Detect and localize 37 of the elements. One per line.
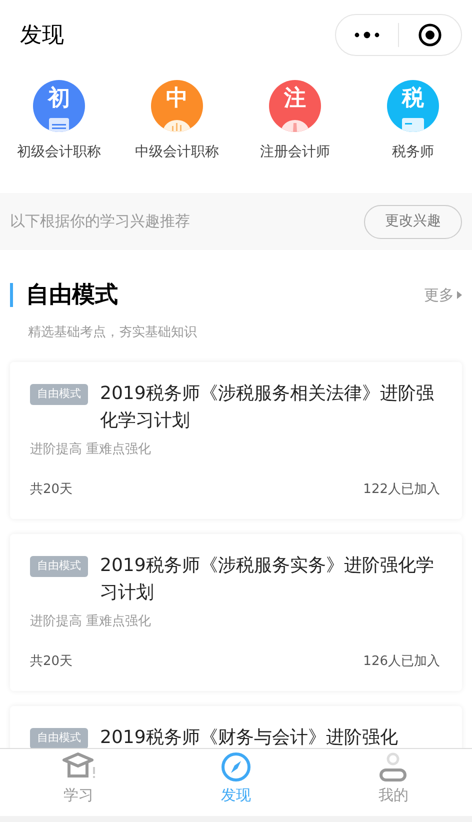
page-title: 发现 (20, 22, 64, 50)
target-icon (418, 23, 442, 47)
interest-hint: 以下根据你的学习兴趣推荐 (10, 211, 190, 232)
mode-tag: 自由模式 (30, 384, 88, 404)
join-count: 122人已加入 (363, 480, 440, 498)
plan-title: 2019税务师《财务与会计》进阶强化 (100, 726, 398, 748)
mode-tag: 自由模式 (30, 556, 88, 576)
caret-icon (457, 291, 462, 300)
plan-description: 进阶提高 重难点强化 (30, 441, 152, 459)
category-badge: 注 (269, 80, 321, 132)
change-interest-button[interactable]: 更改兴趣 (364, 204, 462, 238)
mode-tag: 自由模式 (30, 728, 88, 748)
plan-title: 2019税务师《涉税服务相关法律》进阶强化学习计划 (100, 382, 435, 433)
section-title: 自由模式 (26, 281, 118, 310)
plan-duration: 共20天 (30, 652, 73, 670)
bar-chart-icon (163, 120, 191, 132)
category-item[interactable]: 注 注册会计师 (236, 80, 354, 193)
user-icon (378, 752, 408, 782)
plan-duration: 共20天 (30, 480, 73, 498)
plan-description: 进阶提高 重难点强化 (30, 613, 152, 631)
plan-card[interactable]: 自由模式 2019税务师《财务与会计》进阶强化 (10, 706, 462, 748)
join-count: 126人已加入 (363, 652, 440, 670)
category-item[interactable]: 中 中级会计职称 (118, 80, 236, 193)
plan-card[interactable]: 自由模式 2019税务师《涉税服务实务》进阶强化学习计划 进阶提高 重难点强化 共20天 126人已加入 (10, 534, 462, 691)
more-icon (354, 31, 380, 39)
plan-card[interactable]: 自由模式 2019税务师《涉税服务相关法律》进阶强化学习计划 进阶提高 重难点强化 共20天 122人已加入 (10, 362, 462, 519)
category-item[interactable]: 初 初级会计职称 (0, 80, 118, 193)
compass-icon (220, 752, 251, 782)
category-badge: 税 (387, 80, 439, 132)
category-badge: 初 (33, 80, 85, 132)
table-icon (49, 118, 69, 132)
card-icon (402, 118, 424, 132)
plan-title: 2019税务师《涉税服务实务》进阶强化学习计划 (100, 554, 435, 605)
category-badge: 中 (151, 80, 203, 132)
section-subtitle: 精选基础考点，夯实基础知识 (28, 324, 198, 342)
category-item[interactable]: 税 税务师 (354, 80, 472, 193)
tie-icon (281, 120, 309, 132)
